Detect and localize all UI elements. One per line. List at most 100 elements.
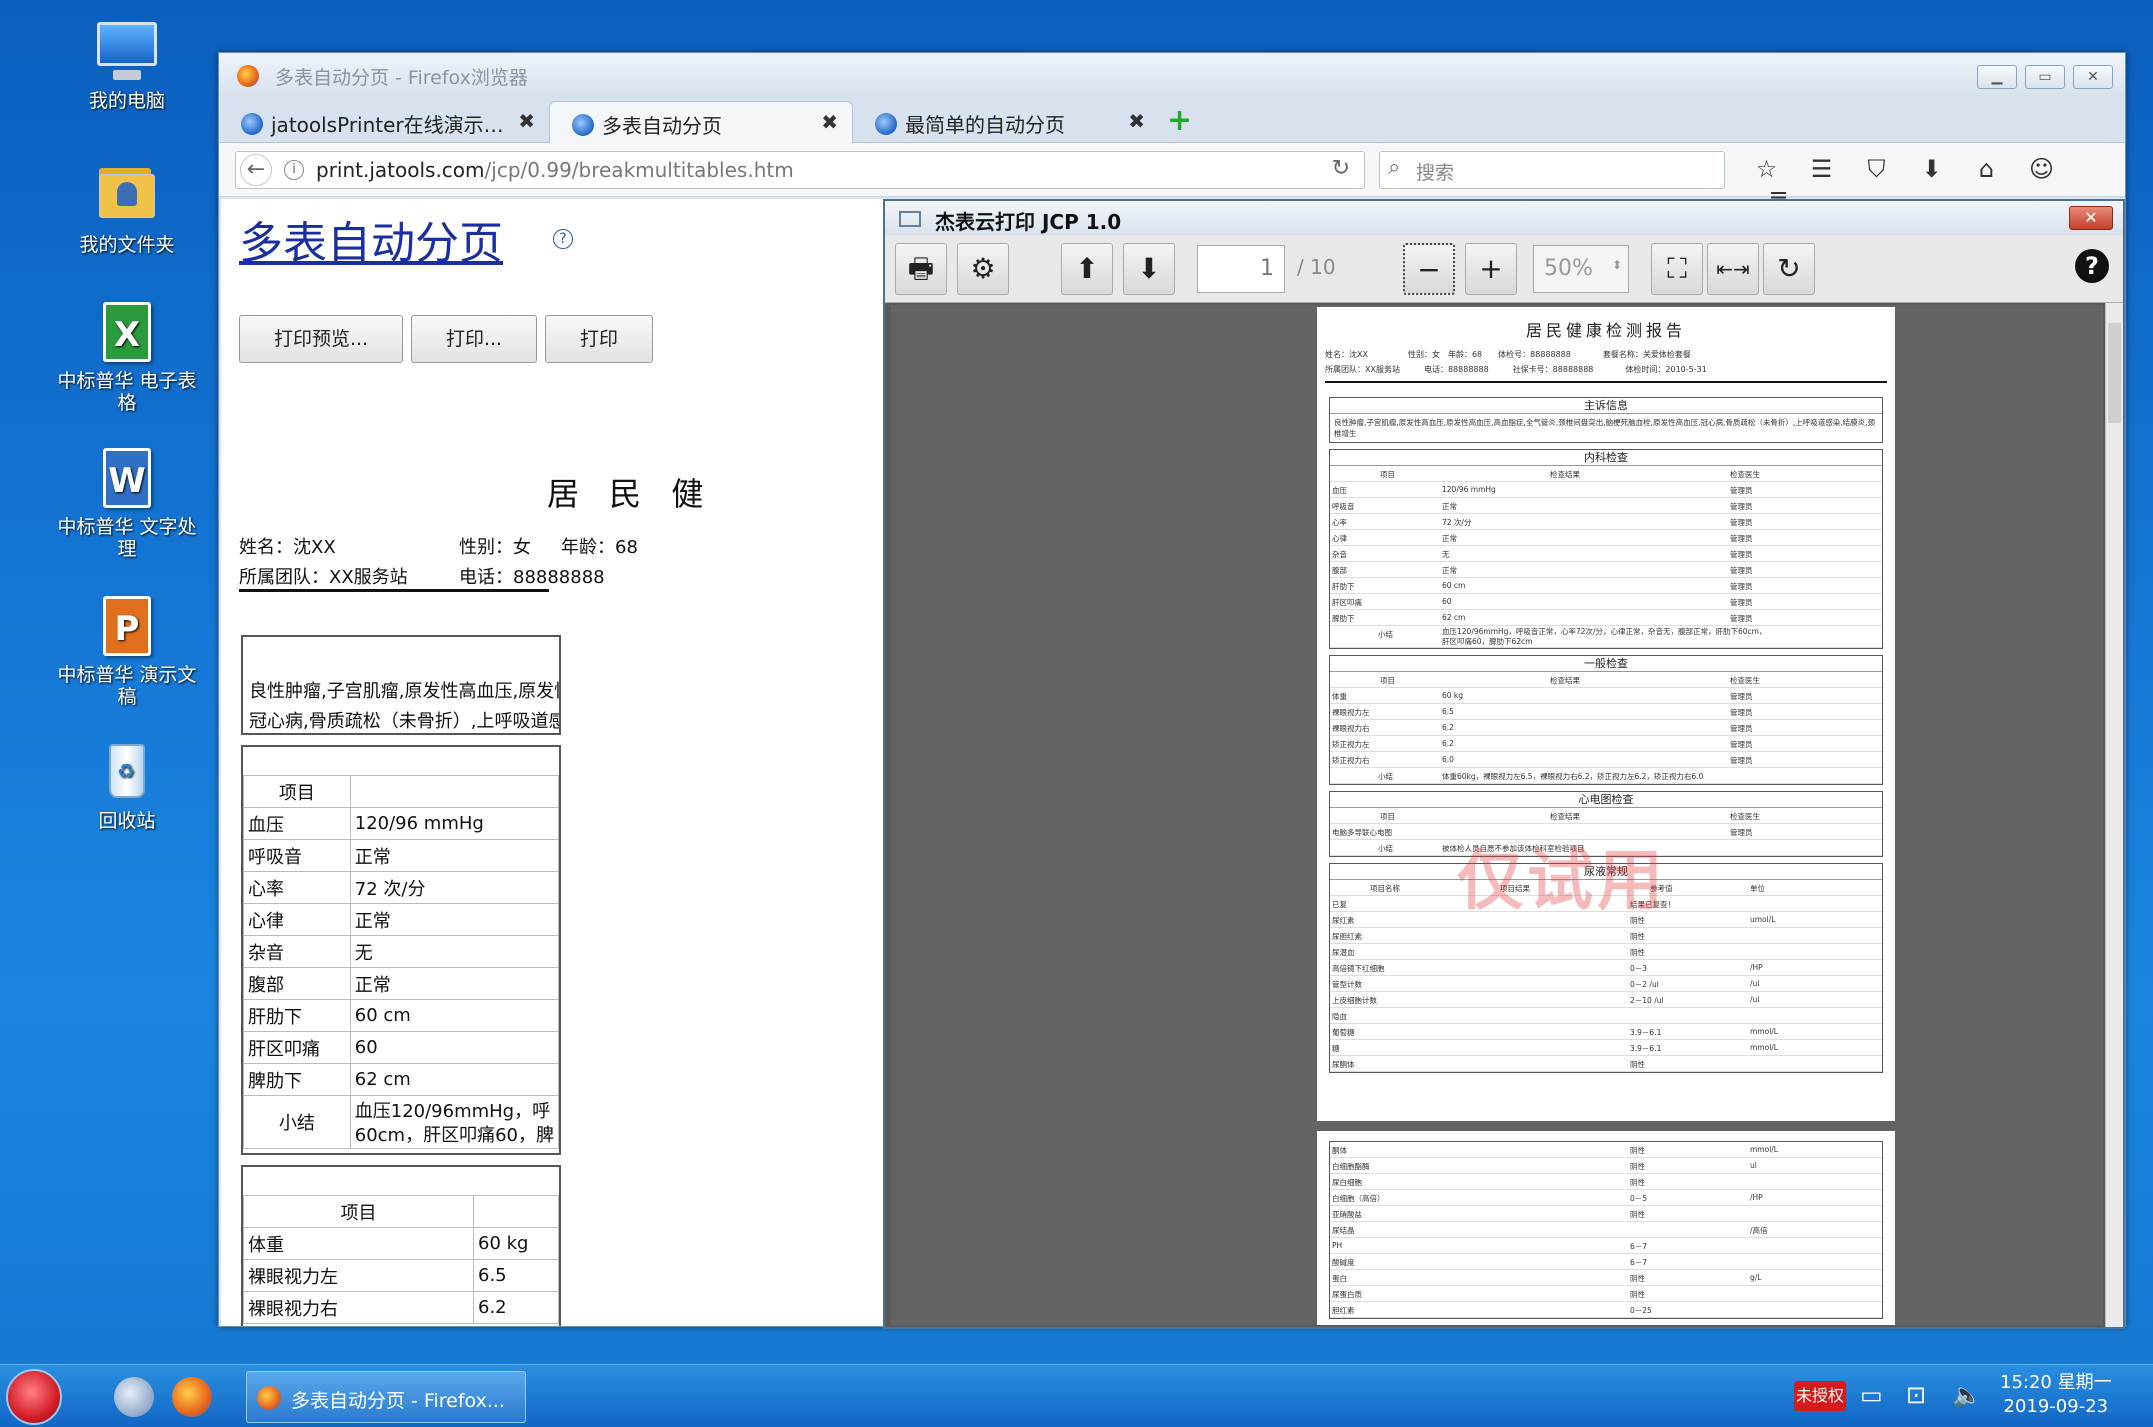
table-row: 血压 120/96 mmHg [243,807,559,840]
desktop-icon-label: 回收站 [98,810,156,832]
printer-icon[interactable]: 🖶 [895,243,947,295]
globe-icon [572,114,594,136]
taskbar-firefox-task[interactable]: 多表自动分页 - Firefox... [246,1371,526,1423]
preview-page-1: 居民健康检测报告 姓名：沈XX 性别：女 年龄：68 体检号：88888888 … [1317,307,1895,1121]
summary-row: 小结 血压120/96mmHg，呼 60cm，肝区叩痛60，脾 [243,1095,559,1149]
recycle-bin-icon [95,740,159,804]
table-row: 杂音无 [243,935,559,968]
bookmark-star-icon[interactable]: ☆ [1739,155,1794,183]
desktop-icon-spreadsheet[interactable]: X 中标普华 电子表格 [52,300,202,414]
back-arrow-icon[interactable]: ← [240,154,272,186]
close-window-button[interactable]: ✕ [2073,65,2113,89]
zoom-out-icon[interactable]: − [1403,243,1455,295]
complaint-box: 良性肿瘤,子宫肌瘤,原发性高血压,原发性高血压,高血脂 冠心病,骨质疏松（未骨折… [241,635,561,735]
trial-watermark: 仅试用 [1457,842,1667,919]
tab-multi-table[interactable]: 多表自动分页 ✖ [549,101,853,143]
unauthorized-badge[interactable]: 未授权 [1794,1381,1846,1411]
download-icon[interactable]: ⬇ [1904,155,1959,183]
settings-gear-icon[interactable]: ⚙ [957,243,1009,295]
complaint-section: 主诉信息 良性肿瘤,子宫肌瘤,原发性高血压,原发性高血压,高血脂症,全气管炎,颈… [1329,397,1883,443]
patient-team: 所属团队：XX服务站 [239,567,408,588]
chat-icon[interactable]: ☺ [2014,155,2069,183]
help-icon[interactable]: ? [553,229,573,249]
help-button[interactable]: ? [2075,249,2109,283]
preview-row: 矫正视力右 6.0 管理员 [1330,752,1882,768]
globe-icon [875,113,897,135]
table-row: 肝区叩痛 60 [243,1031,559,1064]
volume-icon[interactable]: 🔈 [1952,1381,1982,1409]
desktop-icon-recycle-bin[interactable]: 回收站 [52,740,202,832]
desktop-icon-word-processor[interactable]: W 中标普华 文字处理 [52,446,202,560]
system-clock[interactable]: 15:20 星期一 2019-09-23 [2000,1371,2112,1419]
zoom-select[interactable]: 50% ⬍ [1533,245,1629,293]
navigation-bar: ← i print.jatools.com/jcp/0.99/breakmult… [219,143,2125,211]
page-number-input[interactable]: 1 [1197,245,1285,293]
search-input[interactable]: ⌕ 搜索 [1379,151,1725,189]
search-placeholder: 搜索 [1416,162,1455,184]
zoom-in-icon[interactable]: + [1465,243,1517,295]
home-icon[interactable]: ⌂ [1959,155,2014,183]
address-bar[interactable]: ← i print.jatools.com/jcp/0.99/breakmult… [235,151,1365,189]
rotate-icon[interactable]: ↻ [1763,243,1815,295]
print-dialog-button[interactable]: 打印... [411,315,537,363]
next-page-arrow-icon[interactable]: ⬇ [1123,243,1175,295]
tab-jatools-demo[interactable]: jatoolsPrinter在线演示… ✖ [219,101,549,143]
tab-simple-paging[interactable]: 最简单的自动分页 ✖ [853,101,1159,143]
preview-heading: 居民健康检测报告 [1525,321,1686,340]
desktop-icon-label: 我的文件夹 [79,234,175,256]
preview-row: 白细胞（高倍） 0－5/HP [1330,1190,1882,1206]
preview-scrollbar[interactable] [2105,303,2123,1327]
dialog-titlebar[interactable]: 杰表云打印 JCP 1.0 ✕ [885,201,2123,235]
prev-page-arrow-icon[interactable]: ⬆ [1061,243,1113,295]
reload-icon[interactable]: ↻ [1332,156,1350,181]
table-row: 心律 正常 [243,903,559,936]
preview-row: 尿潜血 阴性 [1330,944,1882,960]
close-tab-icon[interactable]: ✖ [821,110,838,134]
pocket-icon[interactable]: ⛉ [1849,155,1904,183]
preview-row: 杂音无管理员 [1330,546,1882,562]
table-row: 裸眼视力左 6.5 [243,1259,559,1292]
preview-row: 酮体 阴性 mmol/L [1330,1142,1882,1158]
patient-phone: 电话：88888888 [459,567,605,588]
info-icon[interactable]: i [284,160,304,180]
desktop-icon-presentation[interactable]: P 中标普华 演示文稿 [52,594,202,708]
keyboard-icon[interactable]: ▭ [1860,1381,1883,1409]
print-preview-button[interactable]: 打印预览... [239,315,403,363]
fit-page-icon[interactable]: ⛶ [1651,243,1703,295]
preview-row: 管型计数 0－2 /ul/ul [1330,976,1882,992]
preview-row: 体重 60 kg 管理员 [1330,688,1882,704]
preview-row: 上皮细胞计数 2－10 /ul/ul [1330,992,1882,1008]
preview-row: 亚硝酸盐 阴性 [1330,1206,1882,1222]
url-text: print.jatools.com/jcp/0.99/breakmultitab… [316,158,794,182]
complaint-line: 良性肿瘤,子宫肌瘤,原发性高血压,原发性高血压,高血脂 [249,681,561,702]
page-title[interactable]: 多表自动分页 [239,207,503,271]
close-tab-icon[interactable]: ✖ [518,109,535,133]
preview-row: 胆红素 0－25 [1330,1302,1882,1318]
maximize-button[interactable]: ▭ [2025,65,2065,89]
preview-row: 尿蛋白质 阴性 [1330,1286,1882,1302]
close-tab-icon[interactable]: ✖ [1128,109,1145,133]
tab-bar: jatoolsPrinter在线演示… ✖ 多表自动分页 ✖ 最简单的自动分页 … [219,97,2125,143]
preview-viewport[interactable]: 居民健康检测报告 姓名：沈XX 性别：女 年龄：68 体检号：88888888 … [891,305,2103,1325]
reader-list-icon[interactable]: ☰ [1794,155,1849,183]
start-button[interactable] [6,1369,62,1425]
print-button[interactable]: 打印 [545,315,653,363]
desktop-icon-my-folder[interactable]: 我的文件夹 [52,164,202,256]
minimize-button[interactable]: ▁ [1977,65,2017,89]
window-titlebar[interactable]: 多表自动分页 - Firefox浏览器 ▁ ▭ ✕ [219,53,2125,97]
preview-row: 腹部 正常 管理员 [1330,562,1882,578]
quicklaunch-firefox-icon[interactable] [172,1377,212,1417]
network-icon[interactable]: ⊡ [1906,1381,1926,1409]
patient-name: 姓名：沈XX [239,537,336,558]
tab-label: 多表自动分页 [602,114,722,138]
dialog-close-button[interactable]: ✕ [2069,206,2113,230]
preview-toolbar: 🖶 ⚙ ⬆ ⬇ 1 / 10 − + 50% ⬍ ⛶ ⇤⇥ ↻ ? [885,235,2123,303]
table-row: 心率 72 次/分 [243,871,559,904]
spreadsheet-icon: X [95,300,159,364]
desktop-icon-my-computer[interactable]: 我的电脑 [52,20,202,112]
preview-row: 心率 72 次/分 管理员 [1330,514,1882,530]
quicklaunch-browser-icon[interactable] [114,1377,154,1417]
fit-width-icon[interactable]: ⇤⇥ [1707,243,1759,295]
user-folder-icon [95,164,159,228]
new-tab-button[interactable]: + [1167,106,1192,136]
